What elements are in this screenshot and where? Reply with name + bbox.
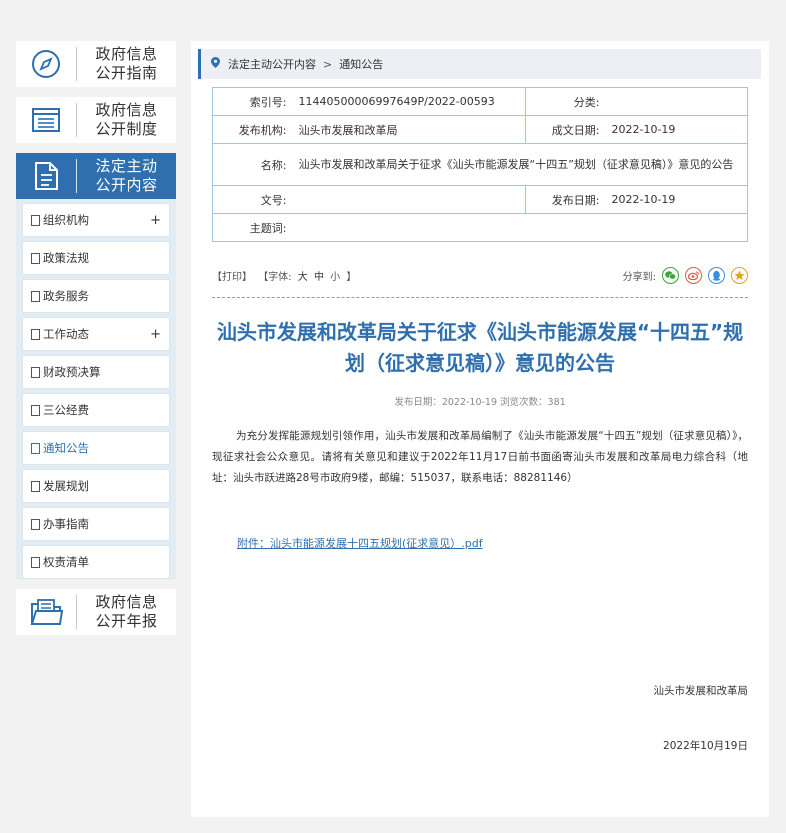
font-end: 】 [346,271,357,283]
breadcrumb: 法定主动公开内容 > 通知公告 [198,49,761,79]
article-title: 汕头市发展和改革局关于征求《汕头市能源发展“十四五”规划（征求意见稿）》意见的公… [216,320,744,375]
document-meta-table: 索引号: 11440500006997649P/2022-00593 分类: 发… [212,87,748,242]
meta-made-key: 成文日期: [525,115,606,144]
article-pubinfo: 发布日期：2022-10-19 浏览次数：381 [394,397,566,408]
doc-icon [31,480,40,492]
sidebar-item-news[interactable]: 工作动态 + [22,317,170,351]
doc-icon [31,252,40,264]
font-mid-button[interactable]: 中 [314,272,324,283]
nav-legal-label: 法定主动 公开内容 [95,157,158,194]
document-icon [16,160,76,192]
location-pin-icon [211,57,220,71]
sidebar-item-rights[interactable]: 权责清单 [22,545,170,579]
doc-icon [31,366,40,378]
expand-icon[interactable]: + [150,327,161,342]
nav-annual[interactable]: 政府信息 公开年报 [16,589,176,635]
meta-class-key: 分类: [525,87,606,116]
doc-icon [31,290,40,302]
doc-icon [31,328,40,340]
meta-made-value: 2022-10-19 [605,115,748,144]
meta-org-value: 汕头市发展和改革局 [292,115,526,144]
legal-subnav: 组织机构 + 政策法规 政务服务 工作动态 + 财政预决算 三公经费 通知公告 发展… [16,199,176,579]
meta-name-value: 汕头市发展和改革局关于征求《汕头市能源发展“十四五”规划（征求意见稿）》意见的公… [292,143,748,186]
qq-share-icon[interactable] [708,266,725,284]
font-small-button[interactable]: 小 [330,272,340,283]
sidebar-item-service[interactable]: 政务服务 [22,279,170,313]
article-signature: 汕头市发展和改革局 [653,685,749,697]
wechat-share-icon[interactable] [662,266,679,284]
print-button[interactable]: 【打印】 [212,272,252,283]
meta-class-value [605,87,748,116]
doc-icon [31,556,40,568]
meta-pub-value: 2022-10-19 [605,185,748,214]
meta-name-key: 名称: [212,143,293,186]
weibo-share-icon[interactable] [685,266,702,284]
breadcrumb-level1[interactable]: 法定主动公开内容 [228,56,316,72]
meta-pub-key: 发布日期: [525,185,606,214]
qzone-share-icon[interactable] [731,266,748,284]
meta-index-value: 11440500006997649P/2022-00593 [292,87,526,116]
font-big-button[interactable]: 大 [298,272,308,283]
main-content: 法定主动公开内容 > 通知公告 索引号: 11440500006997649P/… [191,41,769,817]
sidebar-item-guide[interactable]: 办事指南 [22,507,170,541]
article-date: 2022年10月19日 [663,740,748,752]
meta-docno-key: 文号: [212,185,293,214]
nav-system-label: 政府信息 公开制度 [95,101,158,138]
meta-subject-key: 主题词: [212,213,293,242]
breadcrumb-level2[interactable]: 通知公告 [339,56,383,72]
article-body: 为充分发挥能源规划引领作用，汕头市发展和改革局编制了《汕头市能源发展“十四五”规… [212,430,748,484]
nav-guide-label: 政府信息 公开指南 [95,45,158,82]
folder-icon [16,596,76,628]
meta-subject-value [292,213,748,242]
sidebar-item-notice[interactable]: 通知公告 [22,431,170,465]
compass-icon [16,48,76,80]
doc-icon [31,214,40,226]
share-label: 分享到: [622,271,656,283]
sidebar-item-policy[interactable]: 政策法规 [22,241,170,275]
font-label: 【字体: [258,271,292,283]
nav-legal[interactable]: 法定主动 公开内容 [16,153,176,199]
divider [212,297,748,298]
toolbar: 【打印】 【字体: 大 中 小 】 分享到: [212,265,748,285]
nav-annual-label: 政府信息 公开年报 [95,593,158,630]
sidebar-item-three-public[interactable]: 三公经费 [22,393,170,427]
breadcrumb-separator: > [323,57,333,71]
nav-system[interactable]: 政府信息 公开制度 [16,97,176,143]
meta-docno-value [292,185,526,214]
meta-org-key: 发布机构: [212,115,293,144]
meta-index-key: 索引号: [212,87,293,116]
nav-guide[interactable]: 政府信息 公开指南 [16,41,176,87]
list-doc-icon [16,104,76,136]
doc-icon [31,518,40,530]
sidebar: 政府信息 公开指南 政府信息 公开制度 法定主动 公开内容 组织机构 + 政策法规 政务… [16,41,176,645]
expand-icon[interactable]: + [150,213,161,228]
doc-icon [31,442,40,454]
sidebar-item-plan[interactable]: 发展规划 [22,469,170,503]
doc-icon [31,404,40,416]
sidebar-item-org[interactable]: 组织机构 + [22,203,170,237]
attachment-link[interactable]: 附件：汕头市能源发展十四五规划(征求意见）.pdf [237,535,483,551]
sidebar-item-budget[interactable]: 财政预决算 [22,355,170,389]
